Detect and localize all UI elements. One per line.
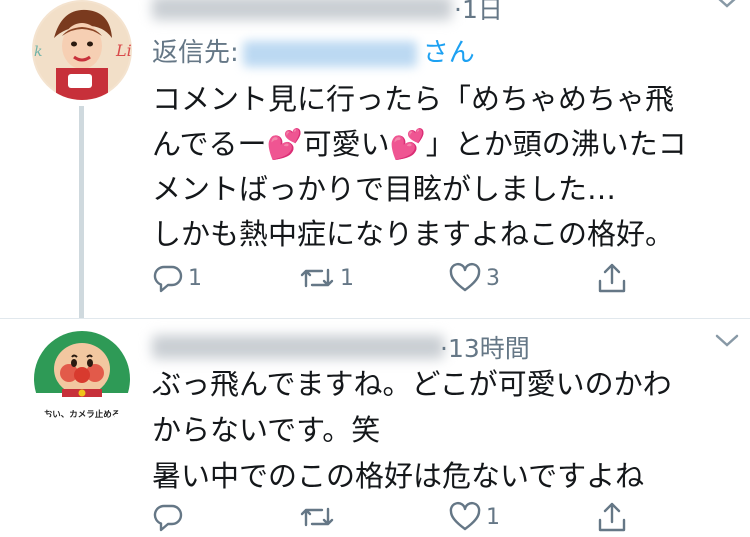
tweet-text: ぶっ飛んでますね。どこが可愛いのかわ からないです。笑 暑い中でのこの格好は危な…: [152, 367, 672, 493]
svg-text:Li: Li: [115, 41, 132, 60]
tweet-header: ·13時間: [152, 325, 739, 365]
thread-line: [79, 106, 84, 318]
svg-text:k: k: [34, 44, 42, 60]
avatar-caption: おい、カメラ止めろ: [44, 409, 121, 420]
tweet-header: ·1日: [152, 0, 736, 26]
retweet-icon: [300, 507, 334, 527]
tweet-actions: 1: [152, 497, 632, 537]
share-icon: [598, 263, 626, 293]
reply-icon: [153, 504, 183, 532]
timestamp[interactable]: ·13時間: [440, 329, 530, 365]
share-icon: [598, 502, 626, 532]
retweet-icon: [300, 268, 334, 288]
tweet-text: コメント見に行ったら「めちゃめちゃ飛 んでるー💕可愛い💕」とか頭の沸いたコ メン…: [152, 82, 687, 251]
timestamp[interactable]: ·1日: [454, 0, 503, 26]
retweet-button[interactable]: 1: [298, 258, 354, 298]
reply-count: 1: [188, 265, 202, 291]
share-button[interactable]: [596, 258, 628, 298]
avatar[interactable]: k Li: [32, 0, 132, 100]
retweet-button[interactable]: [298, 497, 340, 537]
reply-button[interactable]: 1: [152, 258, 202, 298]
display-name[interactable]: [152, 335, 444, 359]
share-button[interactable]: [596, 497, 628, 537]
retweet-count: 1: [340, 265, 354, 291]
display-name[interactable]: [152, 0, 452, 20]
chevron-down-icon[interactable]: [714, 0, 740, 16]
heart-icon: [449, 501, 481, 531]
reply-to-suffix[interactable]: さん: [423, 38, 475, 68]
reply-button[interactable]: [152, 497, 188, 537]
tweet[interactable]: k Li ·1日 返信先: さん コメント見に行ったら「めちゃめちゃ飛 んでるー💕…: [0, 0, 750, 318]
chevron-down-icon[interactable]: [714, 331, 740, 355]
tweet-actions: 1 1 3: [152, 258, 632, 298]
like-button[interactable]: 3: [448, 258, 500, 298]
tweet[interactable]: おい、カメラ止めろ ·13時間 ぶっ飛んでますね。どこが可愛いのかわ からないで…: [0, 318, 750, 537]
avatar[interactable]: おい、カメラ止めろ: [32, 329, 132, 429]
reply-to: 返信先: さん: [152, 36, 475, 70]
reply-to-label: 返信先:: [152, 38, 239, 68]
like-count: 3: [486, 265, 500, 291]
like-button[interactable]: 1: [448, 497, 500, 537]
heart-icon: [449, 262, 481, 292]
like-count: 1: [486, 504, 500, 530]
reply-to-handle[interactable]: [242, 40, 417, 67]
reply-icon: [153, 265, 183, 293]
